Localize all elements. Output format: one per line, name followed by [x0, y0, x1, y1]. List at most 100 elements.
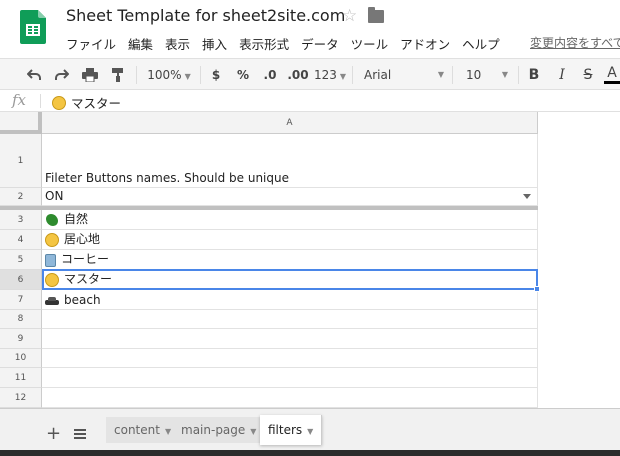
menu-addons[interactable]: アドオン — [400, 34, 450, 53]
select-all-corner[interactable] — [0, 112, 42, 134]
chevron-down-icon: ▼ — [437, 70, 444, 79]
currency-format-button[interactable]: $ — [208, 64, 224, 86]
menu-format[interactable]: 表示形式 — [239, 34, 289, 53]
row-header[interactable]: 1 — [0, 134, 42, 188]
strikethrough-button[interactable]: S — [580, 64, 596, 86]
row-header[interactable]: 11 — [0, 368, 42, 388]
menu-help[interactable]: ヘルプ — [462, 34, 500, 53]
row-header[interactable]: 6 — [0, 270, 42, 290]
row-header[interactable]: 5 — [0, 250, 42, 270]
sheet-tab-main-page[interactable]: main-page ▼ — [173, 417, 266, 443]
cell-text: コーヒー — [61, 252, 110, 266]
cell-a4[interactable]: 居心地 — [42, 230, 538, 250]
add-sheet-button[interactable]: + — [46, 423, 61, 444]
menu-data[interactable]: データ — [301, 34, 339, 53]
undo-icon[interactable] — [24, 64, 44, 86]
decrease-decimal-button[interactable]: .0 — [260, 64, 280, 86]
row-header[interactable]: 3 — [0, 210, 42, 230]
cell-a12[interactable] — [42, 388, 538, 408]
row-header[interactable]: 4 — [0, 230, 42, 250]
chevron-down-icon: ▼ — [339, 72, 347, 81]
sheet-tab-filters[interactable]: filters ▼ — [260, 415, 323, 445]
bottom-strip — [0, 450, 620, 456]
grid-empty-area — [538, 112, 620, 408]
toolbar-divider — [452, 66, 453, 84]
cell-a8[interactable] — [42, 310, 538, 329]
cell-text: beach — [64, 293, 101, 307]
folder-icon[interactable] — [368, 7, 384, 23]
chevron-down-icon[interactable]: ▼ — [165, 427, 171, 436]
more-formats-select[interactable]: 123 ▼ — [314, 64, 346, 86]
all-sheets-menu-icon[interactable] — [74, 429, 86, 439]
tab-label: filters — [268, 423, 303, 437]
column-header-a[interactable]: A — [42, 112, 538, 134]
bold-button[interactable]: B — [526, 64, 542, 86]
row-header[interactable]: 9 — [0, 329, 42, 349]
menu-bar: ファイル 編集 表示 挿入 表示形式 データ ツール アドオン ヘルプ — [66, 34, 512, 53]
row-header[interactable]: 10 — [0, 349, 42, 368]
paint-format-icon[interactable] — [108, 64, 128, 86]
toolbar-divider — [136, 66, 137, 84]
row-header[interactable]: 8 — [0, 310, 42, 329]
sheets-logo-icon[interactable] — [20, 10, 46, 44]
increase-decimal-button[interactable]: .00 — [286, 64, 310, 86]
toolbar: 100% ▼ $ % .0 .00 123 ▼ Arial ▼ 10 ▼ B I S A — [0, 58, 620, 90]
row-header[interactable]: 12 — [0, 388, 42, 408]
cell-text: Fileter Buttons names. Should be unique — [45, 171, 289, 185]
menu-file[interactable]: ファイル — [66, 34, 116, 53]
smiley-icon — [45, 233, 59, 247]
toolbar-divider — [352, 66, 353, 84]
chevron-down-icon[interactable]: ▼ — [250, 427, 256, 436]
cell-text: ON — [45, 189, 64, 203]
formula-value: マスター — [71, 96, 122, 111]
row-header[interactable]: 7 — [0, 290, 42, 310]
percent-format-button[interactable]: % — [234, 64, 252, 86]
formula-divider — [40, 94, 41, 108]
row-header[interactable]: 2 — [0, 188, 42, 206]
selected-cell-outline — [42, 269, 538, 290]
tab-label: content — [114, 423, 160, 437]
title-bar: Sheet Template for sheet2site.com ☆ ファイル… — [0, 0, 620, 58]
sheet-tab-bar: + content ▼ main-page ▼ filters ▼ — [0, 408, 620, 456]
menu-tools[interactable]: ツール — [351, 34, 389, 53]
tab-label: main-page — [181, 423, 246, 437]
last-edit-link[interactable]: 変更内容をすべて — [530, 34, 620, 51]
clover-icon — [45, 213, 59, 227]
dropdown-arrow-icon[interactable] — [523, 194, 531, 199]
cell-text: 自然 — [64, 212, 89, 226]
font-family-select[interactable]: Arial ▼ — [360, 64, 448, 86]
cell-text: 居心地 — [64, 232, 101, 246]
cell-a3[interactable]: 自然 — [42, 210, 538, 230]
spreadsheet-app: Sheet Template for sheet2site.com ☆ ファイル… — [0, 0, 620, 456]
toolbar-divider — [200, 66, 201, 84]
formula-bar: fx マスター — [0, 90, 620, 112]
star-icon[interactable]: ☆ — [342, 6, 357, 26]
menu-edit[interactable]: 編集 — [128, 34, 153, 53]
font-size-select[interactable]: 10 ▼ — [460, 64, 512, 86]
document-title[interactable]: Sheet Template for sheet2site.com — [66, 6, 345, 25]
toolbar-divider — [518, 66, 519, 84]
text-color-button[interactable]: A — [604, 64, 620, 84]
cell-a10[interactable] — [42, 349, 538, 368]
cell-a11[interactable] — [42, 368, 538, 388]
cell-a9[interactable] — [42, 329, 538, 349]
zoom-select[interactable]: 100% ▼ — [144, 64, 194, 86]
fill-handle[interactable] — [534, 286, 540, 292]
formula-input[interactable]: マスター — [52, 93, 121, 112]
cell-a1[interactable]: Fileter Buttons names. Should be unique — [42, 134, 538, 188]
chevron-down-icon: ▼ — [184, 72, 191, 81]
cell-a2-dropdown[interactable]: ON — [42, 188, 538, 206]
car-icon — [45, 297, 59, 307]
fx-icon: fx — [12, 91, 27, 109]
sheet-tab-content[interactable]: content ▼ — [106, 417, 181, 443]
print-icon[interactable] — [80, 64, 100, 86]
redo-icon[interactable] — [52, 64, 72, 86]
cell-a5[interactable]: コーヒー — [42, 250, 538, 270]
menu-view[interactable]: 表示 — [165, 34, 190, 53]
face-emoji-icon — [52, 95, 66, 110]
coffee-cup-icon — [45, 254, 56, 267]
italic-button[interactable]: I — [554, 64, 570, 86]
chevron-down-icon[interactable]: ▼ — [307, 427, 313, 436]
menu-insert[interactable]: 挿入 — [202, 34, 227, 53]
cell-a7[interactable]: beach — [42, 290, 538, 310]
